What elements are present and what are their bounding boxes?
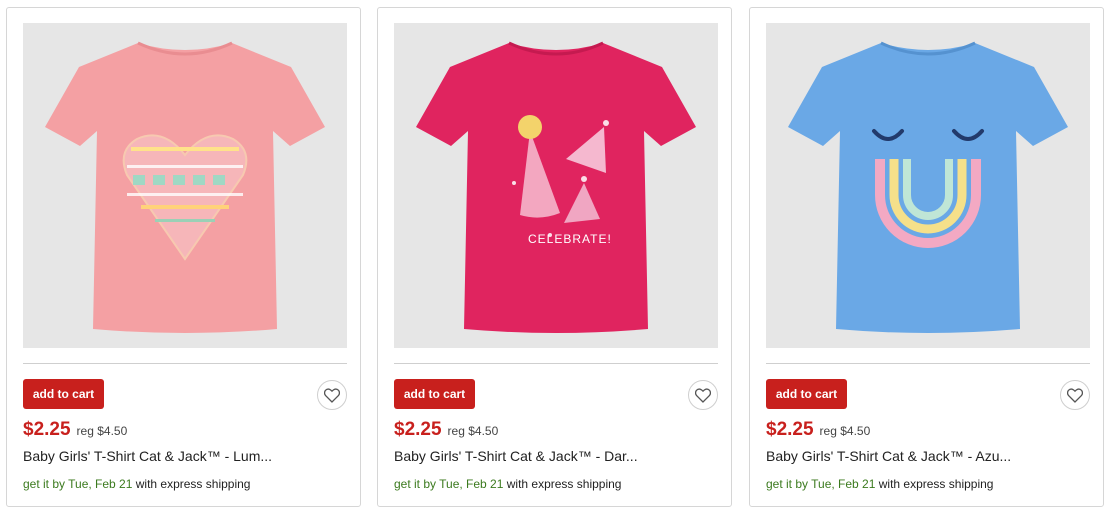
blue-tshirt-image: [788, 41, 1068, 333]
ship-date: Tue, Feb 21: [439, 477, 504, 491]
shipping-tail: with express shipping: [875, 477, 994, 491]
divider: [766, 363, 1090, 364]
regular-price: reg $4.50: [819, 424, 871, 438]
ship-date: Tue, Feb 21: [68, 477, 133, 491]
ship-date: Tue, Feb 21: [811, 477, 876, 491]
sale-price: $2.25: [766, 419, 814, 440]
shipping-info: get it by Tue, Feb 21 with express shipp…: [23, 477, 250, 491]
add-to-cart-button[interactable]: add to cart: [394, 379, 475, 409]
shipping-lead: get it by: [766, 477, 812, 491]
svg-text:CELEBRATE!: CELEBRATE!: [528, 232, 612, 246]
favorite-button[interactable]: [688, 380, 718, 410]
product-image[interactable]: [23, 23, 347, 348]
heart-outline-icon: [1067, 387, 1083, 403]
shipping-tail: with express shipping: [132, 477, 251, 491]
shipping-tail: with express shipping: [503, 477, 622, 491]
favorite-button[interactable]: [317, 380, 347, 410]
divider: [394, 363, 718, 364]
product-image[interactable]: CELEBRATE!: [394, 23, 718, 348]
shipping-info: get it by Tue, Feb 21 with express shipp…: [766, 477, 993, 491]
favorite-button[interactable]: [1060, 380, 1090, 410]
shipping-lead: get it by: [394, 477, 440, 491]
shipping-info: get it by Tue, Feb 21 with express shipp…: [394, 477, 621, 491]
heart-outline-icon: [695, 387, 711, 403]
sale-price: $2.25: [23, 419, 71, 440]
product-card: add to cart $2.25 reg $4.50 Baby Girls' …: [6, 7, 361, 507]
product-card: add to cart $2.25 reg $4.50 Baby Girls' …: [749, 7, 1104, 507]
regular-price: reg $4.50: [76, 424, 128, 438]
price-row: $2.25 reg $4.50: [23, 419, 127, 441]
pink-tshirt-image: [45, 41, 325, 333]
sale-price: $2.25: [394, 419, 442, 440]
product-title-link[interactable]: Baby Girls' T-Shirt Cat & Jack™ - Lum...: [23, 448, 272, 464]
add-to-cart-button[interactable]: add to cart: [766, 379, 847, 409]
product-card: CELEBRATE! add to cart $2.25 reg $4.50 B…: [377, 7, 732, 507]
magenta-tshirt-image: CELEBRATE!: [416, 41, 696, 333]
divider: [23, 363, 347, 364]
price-row: $2.25 reg $4.50: [766, 419, 870, 441]
price-row: $2.25 reg $4.50: [394, 419, 498, 441]
product-image[interactable]: [766, 23, 1090, 348]
product-title-link[interactable]: Baby Girls' T-Shirt Cat & Jack™ - Azu...: [766, 448, 1011, 464]
heart-outline-icon: [324, 387, 340, 403]
product-title-link[interactable]: Baby Girls' T-Shirt Cat & Jack™ - Dar...: [394, 448, 638, 464]
regular-price: reg $4.50: [447, 424, 499, 438]
shipping-lead: get it by: [23, 477, 69, 491]
add-to-cart-button[interactable]: add to cart: [23, 379, 104, 409]
